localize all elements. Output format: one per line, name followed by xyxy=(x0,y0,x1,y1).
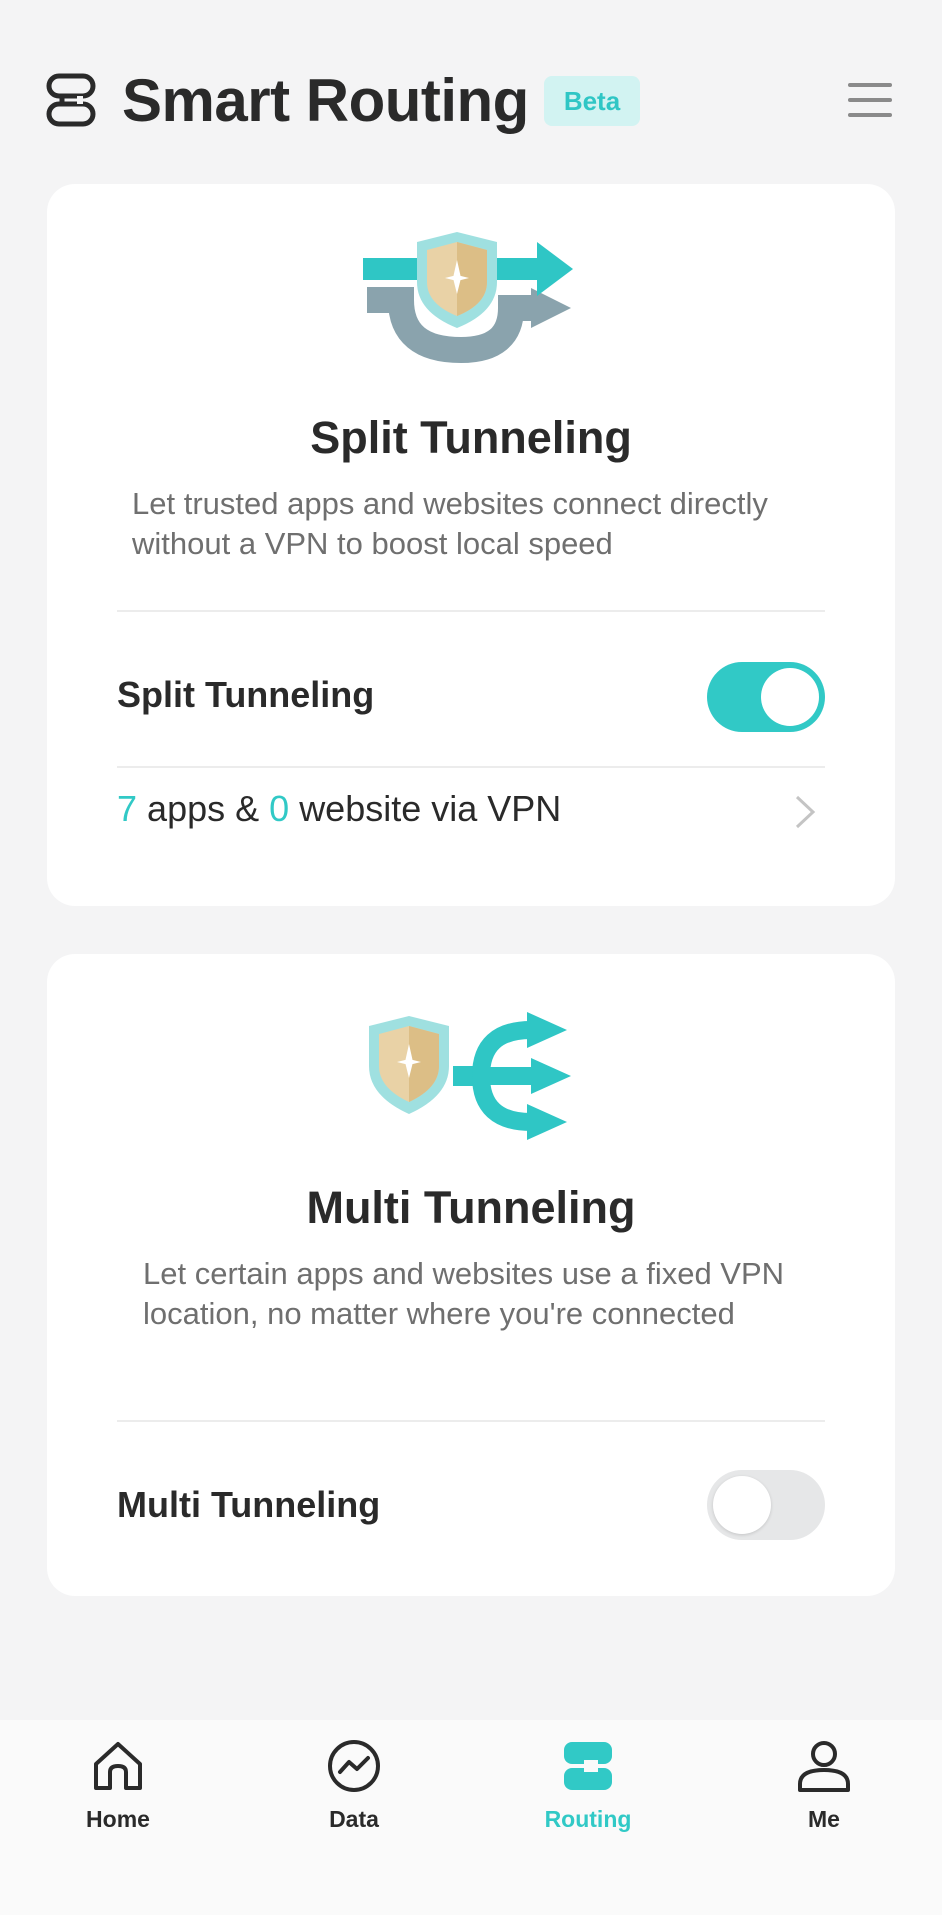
apps-websites-summary: 7 apps & 0 website via VPN xyxy=(117,788,561,830)
nav-routing-label: Routing xyxy=(544,1806,632,1832)
toggle-knob xyxy=(761,668,819,726)
beta-badge: Beta xyxy=(544,76,640,126)
shield-arrows-icon xyxy=(363,232,573,364)
multi-tunneling-card: Multi Tunneling Let certain apps and web… xyxy=(47,954,895,1596)
nav-data-label: Data xyxy=(329,1806,379,1832)
divider xyxy=(117,610,825,612)
multi-tunneling-description: Let certain apps and websites use a fixe… xyxy=(143,1256,785,1331)
apps-count: 7 xyxy=(117,788,138,829)
nav-data[interactable]: Data xyxy=(284,1720,424,1860)
hamburger-menu-icon[interactable] xyxy=(848,80,892,120)
shield-multi-arrows-icon xyxy=(369,1012,571,1140)
nav-routing[interactable]: Routing xyxy=(518,1720,658,1860)
home-icon xyxy=(94,1742,142,1790)
bottom-nav: Home Data Routing Me xyxy=(0,1720,942,1915)
apps-text: apps & xyxy=(147,788,260,829)
toggle-knob xyxy=(713,1476,771,1534)
nav-home-label: Home xyxy=(86,1806,150,1832)
apps-websites-via-vpn-row[interactable]: 7 apps & 0 website via VPN xyxy=(117,774,825,846)
multi-tunneling-toggle-label: Multi Tunneling xyxy=(117,1484,381,1525)
nav-me-label: Me xyxy=(808,1806,840,1832)
split-tunneling-illustration xyxy=(47,230,895,380)
split-tunneling-card: Split Tunneling Let trusted apps and web… xyxy=(47,184,895,906)
multi-tunneling-illustration xyxy=(47,1010,895,1140)
split-tunneling-toggle[interactable] xyxy=(707,662,825,732)
page-title: Smart Routing xyxy=(122,67,529,134)
header: Smart Routing Beta xyxy=(0,0,942,180)
chevron-right-icon xyxy=(795,795,816,829)
multi-tunneling-title: Multi Tunneling xyxy=(306,1182,636,1233)
routing-icon xyxy=(46,73,96,127)
user-icon xyxy=(798,1741,850,1792)
split-tunneling-title: Split Tunneling xyxy=(310,412,632,463)
nav-home[interactable]: Home xyxy=(48,1720,188,1860)
routing-icon xyxy=(564,1742,612,1790)
websites-count: 0 xyxy=(269,788,290,829)
multi-tunneling-toggle[interactable] xyxy=(707,1470,825,1540)
split-tunneling-toggle-label: Split Tunneling xyxy=(117,674,375,715)
smart-routing-screen: Smart Routing Beta Split Tunneling Let t… xyxy=(0,0,942,1915)
divider xyxy=(117,766,825,768)
divider xyxy=(117,1420,825,1422)
data-chart-icon xyxy=(328,1740,380,1792)
split-tunneling-description: Let trusted apps and websites connect di… xyxy=(132,486,768,561)
websites-text: website via VPN xyxy=(299,788,562,829)
nav-me[interactable]: Me xyxy=(754,1720,894,1860)
